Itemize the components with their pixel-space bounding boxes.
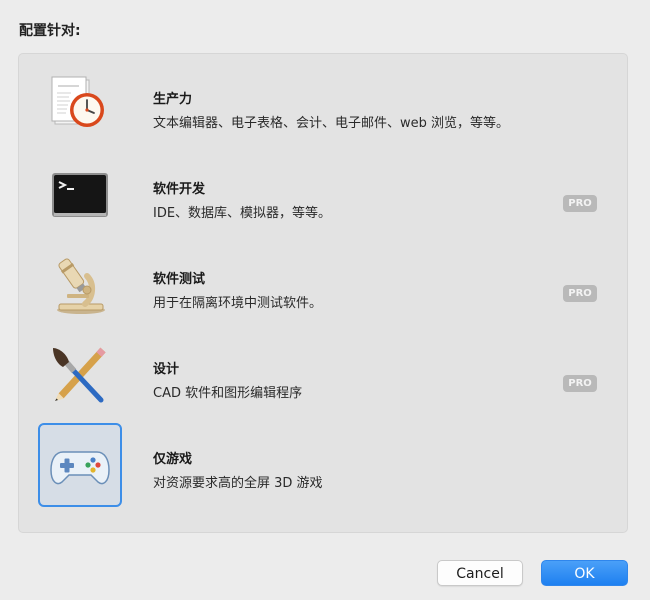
- option-design[interactable]: 设计 CAD 软件和图形编辑程序 PRO: [19, 332, 627, 422]
- option-title: 仅游戏: [153, 452, 193, 467]
- cancel-button[interactable]: Cancel: [437, 560, 523, 586]
- gamepad-icon: [50, 451, 110, 485]
- option-productivity[interactable]: 生产力 文本编辑器、电子表格、会计、电子邮件、web 浏览，等等。: [19, 62, 627, 152]
- option-description: 用于在隔离环境中测试软件。: [153, 296, 323, 311]
- option-software-testing-icon-box[interactable]: [38, 243, 122, 327]
- option-software-development-icon-box[interactable]: [38, 153, 122, 237]
- option-description: IDE、数据库、模拟器，等等。: [153, 206, 332, 221]
- pro-badge: PRO: [563, 285, 597, 302]
- microscope-icon: [57, 258, 105, 314]
- pro-badge: PRO: [563, 195, 597, 212]
- option-description: CAD 软件和图形编辑程序: [153, 386, 303, 401]
- pro-badge: PRO: [563, 375, 597, 392]
- profile-options-panel: 生产力 文本编辑器、电子表格、会计、电子邮件、web 浏览，等等。 软件开发 I…: [18, 53, 628, 533]
- option-title: 生产力: [153, 92, 193, 107]
- option-productivity-icon-box[interactable]: [38, 63, 122, 147]
- option-description: 对资源要求高的全屏 3D 游戏: [153, 476, 323, 491]
- brush-pencil-icon: [53, 347, 106, 403]
- option-games-only-icon-box[interactable]: [38, 423, 122, 507]
- option-games-only[interactable]: 仅游戏 对资源要求高的全屏 3D 游戏: [19, 422, 627, 512]
- option-title: 软件测试: [153, 272, 206, 287]
- option-software-development[interactable]: 软件开发 IDE、数据库、模拟器，等等。 PRO: [19, 152, 627, 242]
- option-design-icon-box[interactable]: [38, 333, 122, 417]
- ok-button[interactable]: OK: [541, 560, 628, 586]
- document-clock-icon: [51, 76, 104, 127]
- section-title: 配置针对:: [19, 23, 81, 39]
- option-software-testing[interactable]: 软件测试 用于在隔离环境中测试软件。 PRO: [19, 242, 627, 332]
- terminal-icon: [52, 173, 108, 217]
- option-description: 文本编辑器、电子表格、会计、电子邮件、web 浏览，等等。: [153, 116, 510, 131]
- option-title: 设计: [153, 362, 180, 377]
- option-title: 软件开发: [153, 182, 206, 197]
